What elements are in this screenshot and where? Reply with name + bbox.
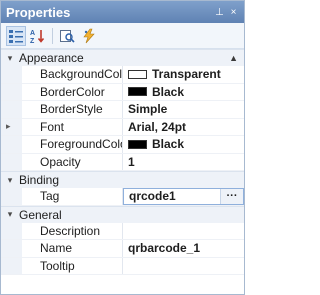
property-row-tooltip[interactable]: Tooltip <box>1 257 244 275</box>
svg-text:A: A <box>30 30 35 37</box>
property-row-backgroundcolor[interactable]: BackgroundColor Transparent <box>1 66 244 84</box>
property-row-description[interactable]: Description <box>1 222 244 240</box>
property-value[interactable]: Arial, 24pt <box>123 119 244 136</box>
svg-text:Z: Z <box>30 38 35 44</box>
property-pages-button[interactable] <box>57 26 77 46</box>
property-name: Name <box>22 240 123 257</box>
property-value[interactable] <box>123 223 244 240</box>
property-row-borderstyle[interactable]: BorderStyle Simple <box>1 101 244 119</box>
category-appearance[interactable]: ▾ Appearance ▲ <box>1 49 244 66</box>
property-name: BorderColor <box>22 83 123 100</box>
property-value[interactable]: Black <box>123 84 244 101</box>
property-name: ForegroundColor <box>22 136 123 153</box>
scroll-up-icon[interactable]: ▲ <box>229 53 238 63</box>
property-name: Opacity <box>22 153 123 170</box>
title-buttons: ⊥ × <box>213 6 240 19</box>
category-label: Binding <box>19 173 60 187</box>
property-pages-icon <box>60 29 75 43</box>
categorized-button[interactable] <box>6 25 26 46</box>
property-row-font[interactable]: ▸ Font Arial, 24pt <box>1 118 244 136</box>
expand-icon[interactable]: ▸ <box>6 121 11 132</box>
events-button[interactable] <box>79 26 99 46</box>
property-name: Description <box>22 222 123 239</box>
collapse-icon[interactable]: ▾ <box>1 53 19 64</box>
property-value[interactable]: qrbarcode_1 <box>123 240 244 257</box>
property-value[interactable] <box>123 258 244 275</box>
properties-panel: Properties ⊥ × A Z ▾ Appearance ▲ Backgr… <box>0 0 245 295</box>
alphabetical-icon: A Z <box>30 29 45 44</box>
property-row-name[interactable]: Name qrbarcode_1 <box>1 240 244 258</box>
properties-toolbar: A Z <box>1 23 244 49</box>
panel-titlebar: Properties ⊥ × <box>1 1 244 23</box>
property-value[interactable]: 1 <box>123 154 244 171</box>
events-icon <box>83 28 95 43</box>
collapse-icon[interactable]: ▾ <box>1 175 19 186</box>
alphabetical-button[interactable]: A Z <box>28 26 48 46</box>
category-label: Appearance <box>19 51 84 65</box>
property-row-tag[interactable]: Tag qrcode1 ··· <box>1 188 244 206</box>
property-name: Tooltip <box>22 257 123 274</box>
panel-title: Properties <box>6 4 71 20</box>
category-binding[interactable]: ▾ Binding <box>1 171 244 188</box>
property-value[interactable]: Simple <box>123 101 244 118</box>
pin-icon[interactable]: ⊥ <box>213 6 226 19</box>
categorized-icon <box>9 29 23 43</box>
property-value[interactable]: Black <box>123 136 244 153</box>
ellipsis-button[interactable]: ··· <box>220 189 243 204</box>
property-name: Font <box>22 118 123 135</box>
collapse-icon[interactable]: ▾ <box>1 209 19 220</box>
color-swatch <box>128 87 147 97</box>
property-name: BackgroundColor <box>22 66 123 83</box>
property-value-editor[interactable]: qrcode1 ··· <box>123 188 244 205</box>
property-name: Tag <box>22 188 123 205</box>
color-swatch <box>128 139 147 149</box>
property-value[interactable]: Transparent <box>123 66 244 83</box>
color-swatch <box>128 69 147 79</box>
toolbar-separator <box>52 27 53 44</box>
property-name: BorderStyle <box>22 101 123 118</box>
category-general[interactable]: ▾ General <box>1 205 244 223</box>
category-label: General <box>19 207 62 222</box>
property-row-opacity[interactable]: Opacity 1 <box>1 153 244 171</box>
property-grid: ▾ Appearance ▲ BackgroundColor Transpare… <box>1 49 244 275</box>
property-row-foregroundcolor[interactable]: ForegroundColor Black <box>1 136 244 154</box>
property-row-bordercolor[interactable]: BorderColor Black <box>1 83 244 101</box>
close-icon[interactable]: × <box>227 6 240 19</box>
